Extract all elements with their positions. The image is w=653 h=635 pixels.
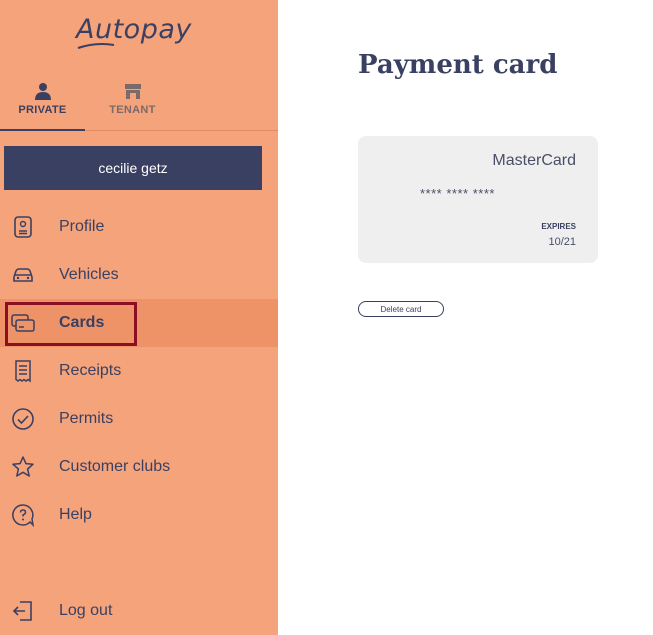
account-tabs: PRIVATE TENANT [0,80,278,131]
sidebar-item-label: Help [59,506,92,523]
page-title: Payment card [358,50,558,80]
payment-card[interactable]: MasterCard **** **** **** EXPIRES 10/21 [358,136,598,263]
sidebar-item-label: Profile [59,218,105,235]
check-circle-icon [12,408,34,430]
sidebar-item-label: Customer clubs [59,458,171,475]
card-expiry-date: 10/21 [548,236,576,248]
tab-tenant-label: TENANT [109,104,156,116]
logout-button[interactable]: Log out [0,587,278,635]
card-number: **** **** **** [420,186,495,201]
delete-card-label: Delete card [380,304,422,314]
sidebar-item-receipts[interactable]: Receipts [0,347,278,395]
sidebar-item-label: Vehicles [59,266,119,283]
help-icon [12,504,35,527]
logo-swoosh [77,43,115,49]
logout-label: Log out [59,602,113,619]
delete-card-button[interactable]: Delete card [358,301,444,317]
tab-private-label: PRIVATE [18,104,67,116]
sidebar-item-label: Permits [59,410,114,427]
sidebar: Autopay PRIVATE TENANT cecilie getz Prof… [0,0,278,635]
sidebar-item-customer-clubs[interactable]: Customer clubs [0,443,278,491]
credit-card-icon [11,314,35,332]
user-name: cecilie getz [98,160,168,176]
sidebar-item-permits[interactable]: Permits [0,395,278,443]
card-brand: MasterCard [492,152,576,169]
car-icon [13,268,33,282]
person-icon [34,83,51,100]
sidebar-item-cards[interactable]: Cards [0,299,278,347]
sidebar-item-profile[interactable]: Profile [0,203,278,251]
sidebar-item-vehicles[interactable]: Vehicles [0,251,278,299]
logout-icon [12,601,32,621]
sidebar-item-label: Cards [59,314,105,331]
card-expires-label: EXPIRES [541,222,576,231]
tab-tenant[interactable]: TENANT [90,80,175,129]
star-icon [12,456,34,477]
sidebar-item-help[interactable]: Help [0,491,278,539]
tab-private[interactable]: PRIVATE [0,80,85,131]
receipt-icon [15,360,31,383]
id-card-icon [14,216,32,238]
store-icon [124,84,141,99]
user-name-button[interactable]: cecilie getz [4,146,262,190]
sidebar-item-label: Receipts [59,362,122,379]
app-logo[interactable]: Autopay [76,14,192,45]
